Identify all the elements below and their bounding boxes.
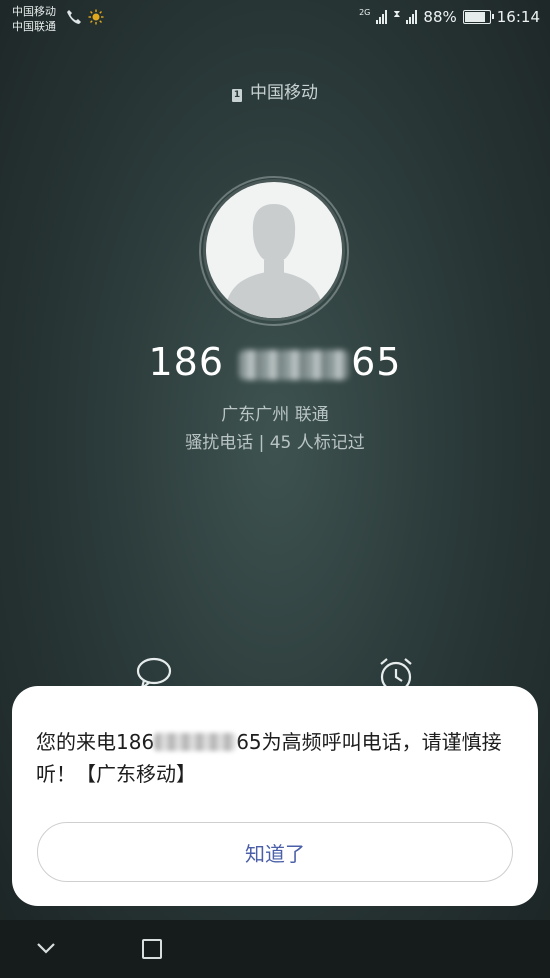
home-square-button[interactable] [142, 939, 162, 959]
sim-label-row: 1 中国移动 [0, 78, 550, 103]
network-type-label: 2G [359, 7, 371, 17]
chevron-down-icon[interactable] [34, 938, 58, 958]
signal-icon-sim2 [406, 10, 418, 24]
acknowledge-button[interactable]: 知道了 [37, 822, 513, 882]
sim-carrier-label: 中国移动 [250, 83, 318, 103]
navigation-bar [0, 920, 550, 978]
clock: 16:14 [496, 8, 540, 26]
sun-icon [88, 9, 104, 29]
caller-location: 广东广州 联通 [221, 405, 329, 425]
data-activity-icon: ⧗ [393, 8, 401, 20]
caller-number-prefix: 186 [148, 340, 225, 384]
status-right: 2G ⧗ 88% 16:14 [359, 7, 540, 27]
warning-message: 您的来电186 65为高频呼叫电话，请谨慎接听！【广东移动】 [36, 726, 514, 790]
carrier-1: 中国移动 [12, 5, 56, 18]
carrier-2: 中国联通 [12, 20, 56, 33]
battery-icon [462, 10, 494, 24]
avatar [206, 182, 342, 318]
warning-dialog: 您的来电186 65为高频呼叫电话，请谨慎接听！【广东移动】 知道了 [12, 686, 538, 906]
caller-number-suffix: 65 [351, 340, 402, 384]
carrier-labels: 中国移动 中国联通 [12, 4, 56, 34]
warning-message-part1: 您的来电186 [36, 730, 155, 754]
person-silhouette-icon [224, 204, 324, 318]
spam-tag-info: 骚扰电话 | 45 人标记过 [185, 433, 365, 453]
status-bar: 中国移动 中国联通 2G ⧗ 88% 16:14 [0, 0, 550, 40]
caller-number: 186 65 [0, 340, 550, 384]
sim-card-icon: 1 [232, 89, 242, 102]
signal-icon-sim1 [376, 10, 388, 24]
battery-percent: 88% [423, 8, 457, 26]
phone-call-icon [66, 9, 82, 29]
redacted-digits [154, 733, 237, 751]
redacted-digits [239, 349, 350, 380]
